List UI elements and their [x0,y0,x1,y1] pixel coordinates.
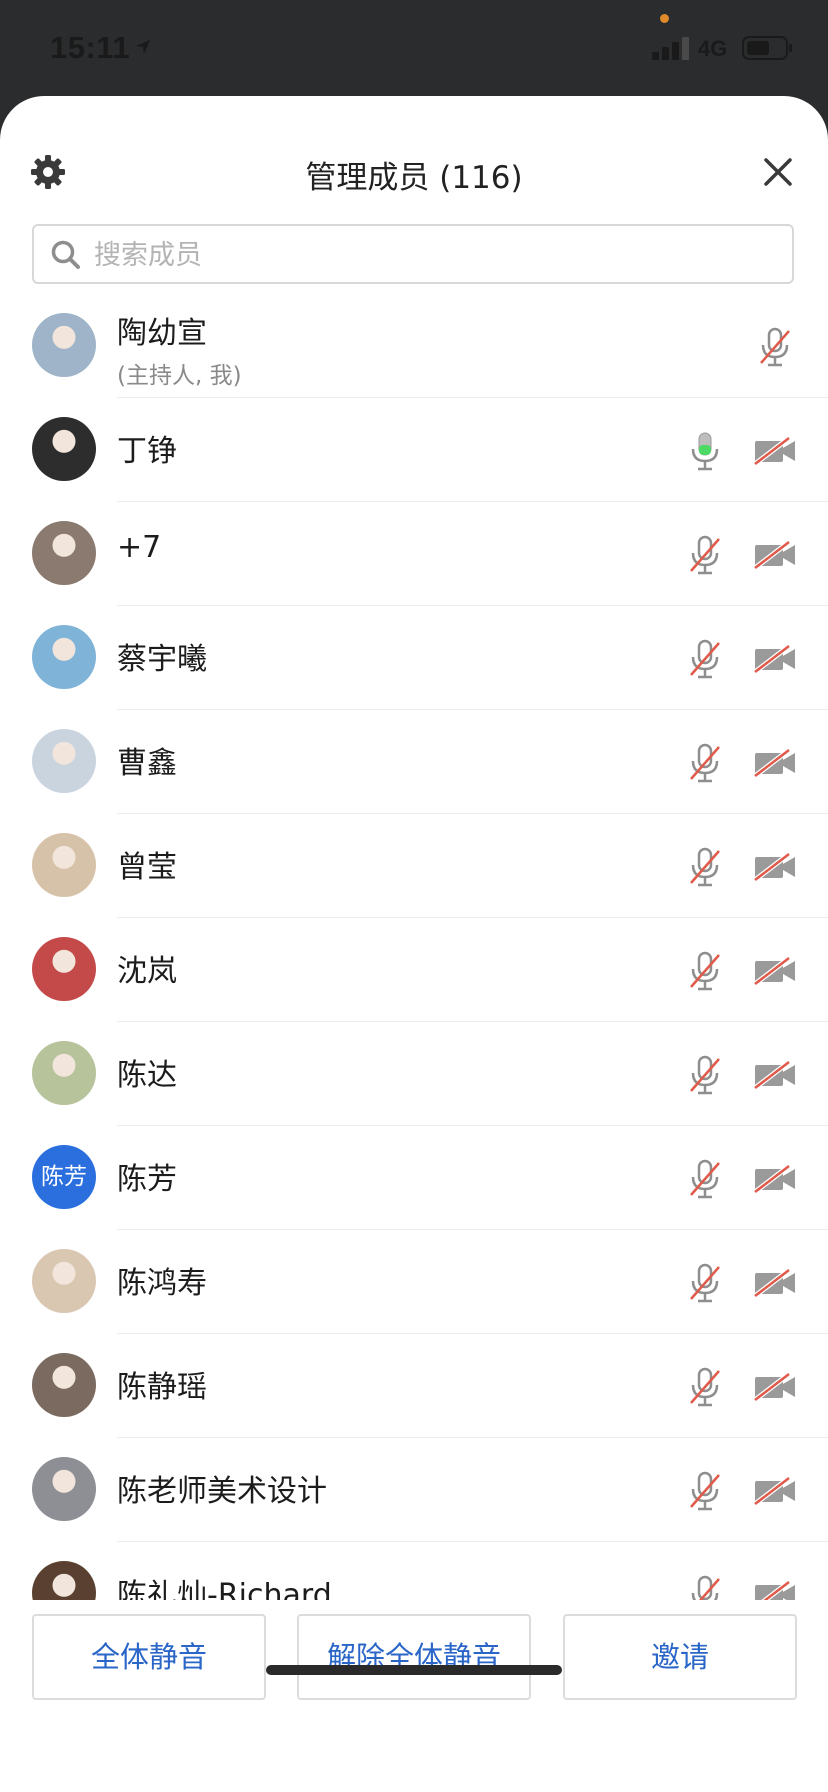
member-name: 沈岚 [117,954,177,989]
close-icon[interactable] [760,154,796,190]
member-name: 陶幼宣 [117,316,207,351]
footer-actions: 全体静音 解除全体静音 邀请 [0,1600,828,1792]
avatar [32,313,96,377]
manage-members-sheet: 管理成员 (116) 陶幼宣(主持人, 我)丁铮+7蔡宇曦曹鑫曾莹沈岚陈达陈芳陈… [0,96,828,1792]
privacy-indicator-dot [660,14,669,23]
search-icon [51,240,80,269]
network-type: 4G [698,36,728,61]
camera-off-icon[interactable] [753,748,797,778]
status-bar: 15:11 4G [0,0,828,96]
list-item[interactable]: +7 [0,502,828,606]
location-arrow-icon [136,40,150,54]
microphone-muted-icon[interactable] [688,535,722,575]
home-indicator [266,1665,562,1675]
avatar: 陈芳 [32,1145,96,1209]
microphone-muted-icon[interactable] [688,639,722,679]
camera-off-icon[interactable] [753,1476,797,1506]
avatar [32,625,96,689]
sheet-header: 管理成员 (116) [0,96,828,226]
member-name: 陈老师美术设计 [117,1474,327,1509]
avatar [32,417,96,481]
microphone-muted-icon[interactable] [688,951,722,991]
unmute-all-button[interactable]: 解除全体静音 [297,1614,531,1700]
camera-off-icon[interactable] [753,644,797,674]
avatar [32,1353,96,1417]
list-item[interactable]: 陈老师美术设计 [0,1438,828,1542]
camera-off-icon[interactable] [753,1372,797,1402]
list-item[interactable]: 陈静瑶 [0,1334,828,1438]
member-name: 陈鸿寿 [117,1266,207,1301]
status-time: 15:11 [50,30,131,65]
member-name: 曾莹 [117,850,177,885]
microphone-muted-icon[interactable] [688,1471,722,1511]
camera-off-icon[interactable] [753,436,797,466]
member-name: 陈芳 [117,1162,177,1197]
member-name: 陈礼灿-Richard [117,1578,332,1600]
camera-off-icon[interactable] [753,1268,797,1298]
microphone-icon[interactable] [688,431,722,471]
list-item[interactable]: 蔡宇曦 [0,606,828,710]
list-item[interactable]: 沈岚 [0,918,828,1022]
list-item[interactable]: 陶幼宣 (主持人, 我) [0,294,828,398]
camera-off-icon[interactable] [753,1060,797,1090]
list-item[interactable]: 曾莹 [0,814,828,918]
battery-icon [742,36,792,60]
microphone-muted-icon[interactable] [688,1159,722,1199]
search-box [32,224,794,284]
avatar [32,1457,96,1521]
camera-off-icon[interactable] [753,540,797,570]
microphone-muted-icon[interactable] [688,1575,722,1600]
member-name: 陈达 [117,1058,177,1093]
search-input[interactable] [92,234,776,276]
list-item[interactable]: 陈鸿寿 [0,1230,828,1334]
camera-off-icon[interactable] [753,1580,797,1600]
microphone-muted-icon[interactable] [688,1055,722,1095]
microphone-muted-icon[interactable] [688,743,722,783]
microphone-muted-icon[interactable] [688,1367,722,1407]
avatar [32,937,96,1001]
microphone-muted-icon[interactable] [688,847,722,887]
microphone-muted-icon[interactable] [688,1263,722,1303]
list-item[interactable]: 陈达 [0,1022,828,1126]
member-name: 蔡宇曦 [117,642,207,677]
member-name: 丁铮 [117,434,177,469]
avatar [32,1561,96,1600]
microphone-muted-icon[interactable] [758,327,792,367]
list-item[interactable]: 曹鑫 [0,710,828,814]
member-name: 陈静瑶 [117,1370,207,1405]
avatar [32,729,96,793]
mute-all-button[interactable]: 全体静音 [32,1614,266,1700]
camera-off-icon[interactable] [753,956,797,986]
cellular-signal-icon [652,37,689,60]
list-item[interactable]: 丁铮 [0,398,828,502]
avatar [32,1249,96,1313]
camera-off-icon[interactable] [753,852,797,882]
list-item[interactable]: 陈礼灿-Richard [0,1542,828,1600]
member-role: (主持人, 我) [117,363,242,389]
member-name: 曹鑫 [117,746,177,781]
avatar [32,833,96,897]
member-name: +7 [117,530,162,565]
list-item[interactable]: 陈芳 陈芳 [0,1126,828,1230]
page-title: 管理成员 (116) [305,160,523,196]
member-list[interactable]: 陶幼宣 (主持人, 我) 丁铮 +7 蔡宇曦曹鑫曾莹沈岚陈达陈芳 陈芳陈鸿寿陈静瑶陈老师美… [0,294,828,1600]
invite-button[interactable]: 邀请 [563,1614,797,1700]
avatar [32,521,96,585]
camera-off-icon[interactable] [753,1164,797,1194]
avatar [32,1041,96,1105]
